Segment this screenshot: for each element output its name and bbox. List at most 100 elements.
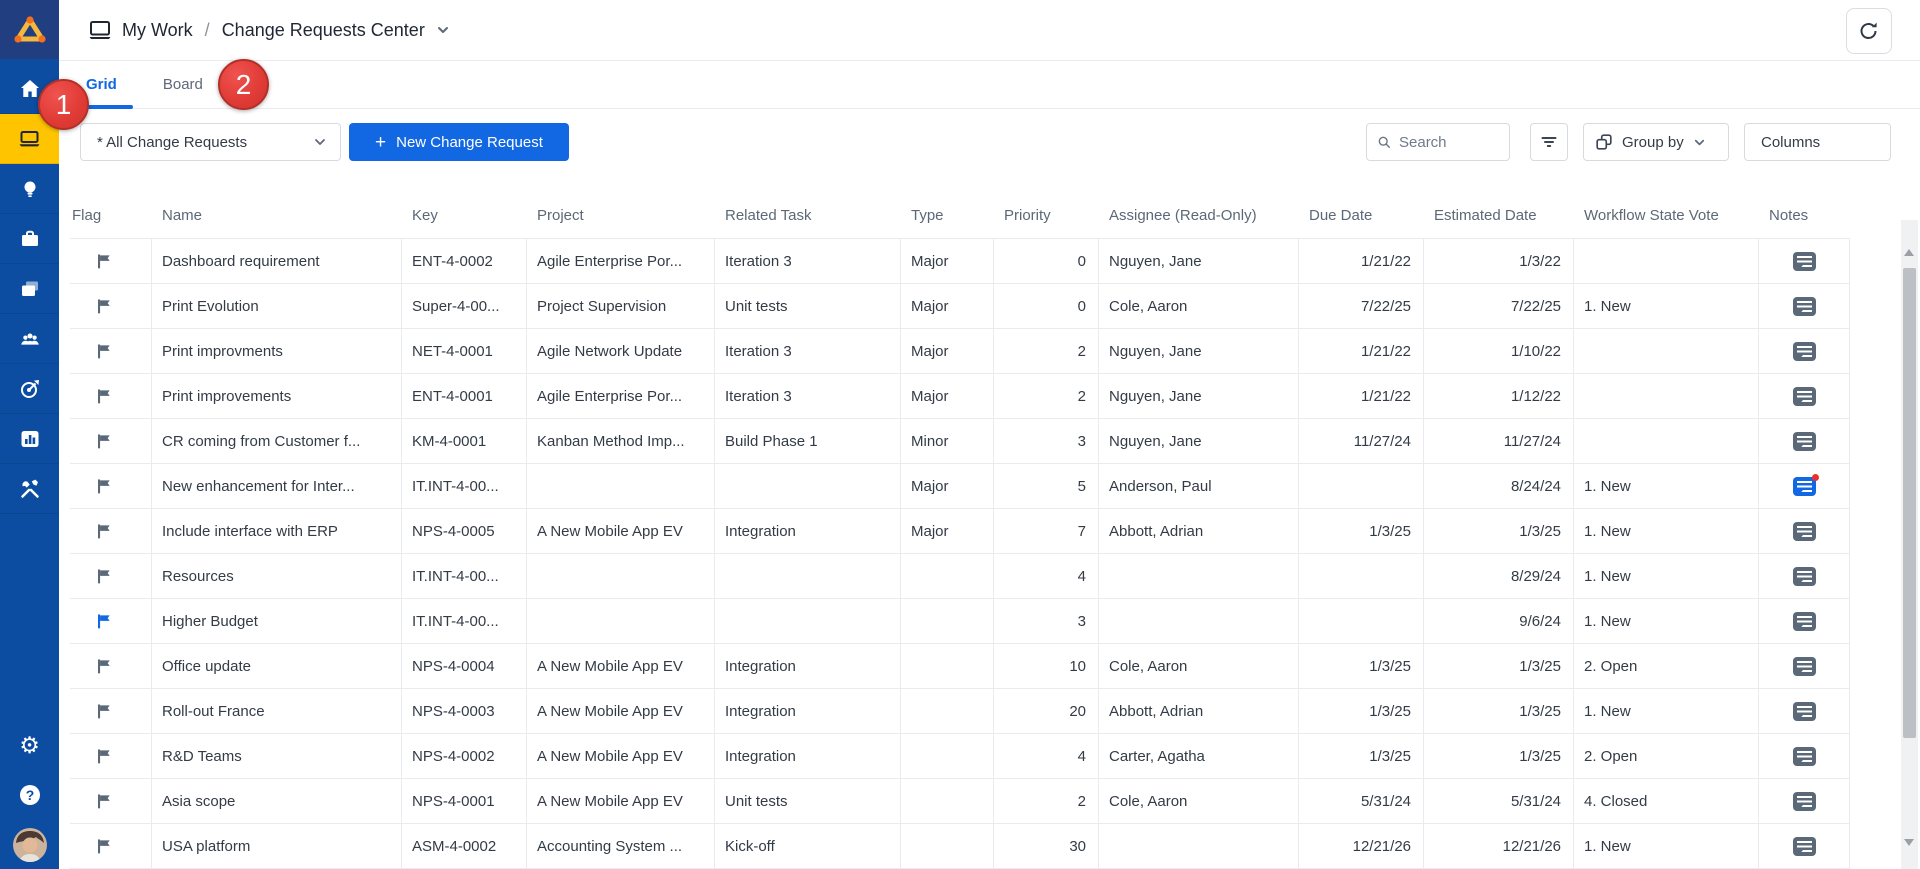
- table-row[interactable]: Higher Budget IT.INT-4-00... 3 9/6/24 1.…: [70, 599, 1850, 644]
- app-logo[interactable]: [0, 0, 59, 59]
- notes-cell[interactable]: [1759, 419, 1850, 463]
- column-header-related-task[interactable]: Related Task: [715, 207, 901, 224]
- notes-cell[interactable]: [1759, 554, 1850, 598]
- column-header-type[interactable]: Type: [901, 207, 994, 224]
- breadcrumb-page-title[interactable]: Change Requests Center: [222, 20, 425, 41]
- notes-icon[interactable]: [1793, 567, 1816, 586]
- settings-button[interactable]: ⚙: [12, 727, 48, 763]
- column-header-priority[interactable]: Priority: [994, 207, 1099, 224]
- name-cell[interactable]: Include interface with ERP: [152, 509, 402, 553]
- notes-cell[interactable]: [1759, 239, 1850, 283]
- column-header-flag[interactable]: Flag: [70, 207, 152, 224]
- name-cell[interactable]: CR coming from Customer f...: [152, 419, 402, 463]
- notes-cell[interactable]: [1759, 599, 1850, 643]
- flag-cell[interactable]: [70, 329, 152, 373]
- name-cell[interactable]: Print improvements: [152, 374, 402, 418]
- scroll-down-arrow-icon[interactable]: [1904, 839, 1914, 851]
- name-cell[interactable]: R&D Teams: [152, 734, 402, 778]
- sidebar-item-teams[interactable]: [0, 314, 59, 364]
- sidebar-item-ideas[interactable]: [0, 164, 59, 214]
- notes-cell[interactable]: [1759, 464, 1850, 508]
- flag-cell[interactable]: [70, 419, 152, 463]
- flag-cell[interactable]: [70, 689, 152, 733]
- sidebar-item-goals[interactable]: [0, 364, 59, 414]
- notes-cell[interactable]: [1759, 509, 1850, 553]
- notes-icon[interactable]: [1793, 477, 1816, 496]
- notes-cell[interactable]: [1759, 284, 1850, 328]
- help-button[interactable]: ?: [12, 777, 48, 813]
- notes-cell[interactable]: [1759, 374, 1850, 418]
- notes-icon[interactable]: [1793, 252, 1816, 271]
- table-row[interactable]: Roll-out France NPS-4-0003 A New Mobile …: [70, 689, 1850, 734]
- sidebar-item-reports[interactable]: [0, 414, 59, 464]
- table-row[interactable]: CR coming from Customer f... KM-4-0001 K…: [70, 419, 1850, 464]
- column-header-due-date[interactable]: Due Date: [1299, 207, 1424, 224]
- name-cell[interactable]: Print Evolution: [152, 284, 402, 328]
- notes-icon[interactable]: [1793, 612, 1816, 631]
- table-row[interactable]: USA platform ASM-4-0002 Accounting Syste…: [70, 824, 1850, 869]
- table-row[interactable]: Asia scope NPS-4-0001 A New Mobile App E…: [70, 779, 1850, 824]
- flag-cell[interactable]: [70, 554, 152, 598]
- column-header-assignee[interactable]: Assignee (Read-Only): [1099, 207, 1299, 224]
- flag-cell[interactable]: [70, 374, 152, 418]
- column-header-name[interactable]: Name: [152, 207, 402, 224]
- breadcrumb-section[interactable]: My Work: [122, 20, 193, 41]
- sidebar-item-portfolios[interactable]: [0, 264, 59, 314]
- column-header-project[interactable]: Project: [527, 207, 715, 224]
- refresh-button[interactable]: [1846, 8, 1892, 54]
- table-row[interactable]: Resources IT.INT-4-00... 4 8/29/24 1. Ne…: [70, 554, 1850, 599]
- table-row[interactable]: Include interface with ERP NPS-4-0005 A …: [70, 509, 1850, 554]
- name-cell[interactable]: Roll-out France: [152, 689, 402, 733]
- table-row[interactable]: Print Evolution Super-4-00... Project Su…: [70, 284, 1850, 329]
- name-cell[interactable]: New enhancement for Inter...: [152, 464, 402, 508]
- notes-icon[interactable]: [1793, 792, 1816, 811]
- column-header-key[interactable]: Key: [402, 207, 527, 224]
- notes-icon[interactable]: [1793, 837, 1816, 856]
- group-by-button[interactable]: Group by: [1583, 123, 1729, 161]
- table-row[interactable]: Print improvments NET-4-0001 Agile Netwo…: [70, 329, 1850, 374]
- name-cell[interactable]: USA platform: [152, 824, 402, 868]
- notes-icon[interactable]: [1793, 702, 1816, 721]
- columns-button[interactable]: Columns: [1744, 123, 1891, 161]
- chevron-down-icon[interactable]: [435, 22, 451, 38]
- flag-cell[interactable]: [70, 464, 152, 508]
- table-row[interactable]: R&D Teams NPS-4-0002 A New Mobile App EV…: [70, 734, 1850, 779]
- notes-icon[interactable]: [1793, 342, 1816, 361]
- notes-cell[interactable]: [1759, 689, 1850, 733]
- table-row[interactable]: Office update NPS-4-0004 A New Mobile Ap…: [70, 644, 1850, 689]
- table-row[interactable]: Print improvements ENT-4-0001 Agile Ente…: [70, 374, 1850, 419]
- notes-icon[interactable]: [1793, 522, 1816, 541]
- name-cell[interactable]: Office update: [152, 644, 402, 688]
- column-header-estimated-date[interactable]: Estimated Date: [1424, 207, 1574, 224]
- flag-cell[interactable]: [70, 734, 152, 778]
- notes-icon[interactable]: [1793, 387, 1816, 406]
- name-cell[interactable]: Dashboard requirement: [152, 239, 402, 283]
- search-input[interactable]: [1397, 133, 1501, 152]
- notes-icon[interactable]: [1793, 432, 1816, 451]
- notes-icon[interactable]: [1793, 297, 1816, 316]
- flag-cell[interactable]: [70, 239, 152, 283]
- table-row[interactable]: New enhancement for Inter... IT.INT-4-00…: [70, 464, 1850, 509]
- notes-cell[interactable]: [1759, 824, 1850, 868]
- flag-cell[interactable]: [70, 599, 152, 643]
- notes-icon[interactable]: [1793, 747, 1816, 766]
- vertical-scrollbar[interactable]: [1901, 220, 1918, 869]
- filter-button[interactable]: [1530, 123, 1568, 161]
- name-cell[interactable]: Higher Budget: [152, 599, 402, 643]
- notes-cell[interactable]: [1759, 329, 1850, 373]
- user-avatar[interactable]: [12, 827, 48, 863]
- tab-board[interactable]: Board: [147, 61, 219, 108]
- sidebar-item-tools[interactable]: [0, 464, 59, 514]
- column-header-notes[interactable]: Notes: [1759, 207, 1850, 224]
- flag-cell[interactable]: [70, 779, 152, 823]
- sidebar-item-projects[interactable]: [0, 214, 59, 264]
- notes-cell[interactable]: [1759, 644, 1850, 688]
- new-change-request-button[interactable]: + New Change Request: [349, 123, 569, 161]
- scrollbar-thumb[interactable]: [1903, 268, 1916, 738]
- flag-cell[interactable]: [70, 824, 152, 868]
- flag-cell[interactable]: [70, 284, 152, 328]
- column-header-workflow-state-vote[interactable]: Workflow State Vote: [1574, 207, 1759, 224]
- name-cell[interactable]: Print improvments: [152, 329, 402, 373]
- flag-cell[interactable]: [70, 509, 152, 553]
- view-filter-select[interactable]: * All Change Requests: [80, 123, 341, 161]
